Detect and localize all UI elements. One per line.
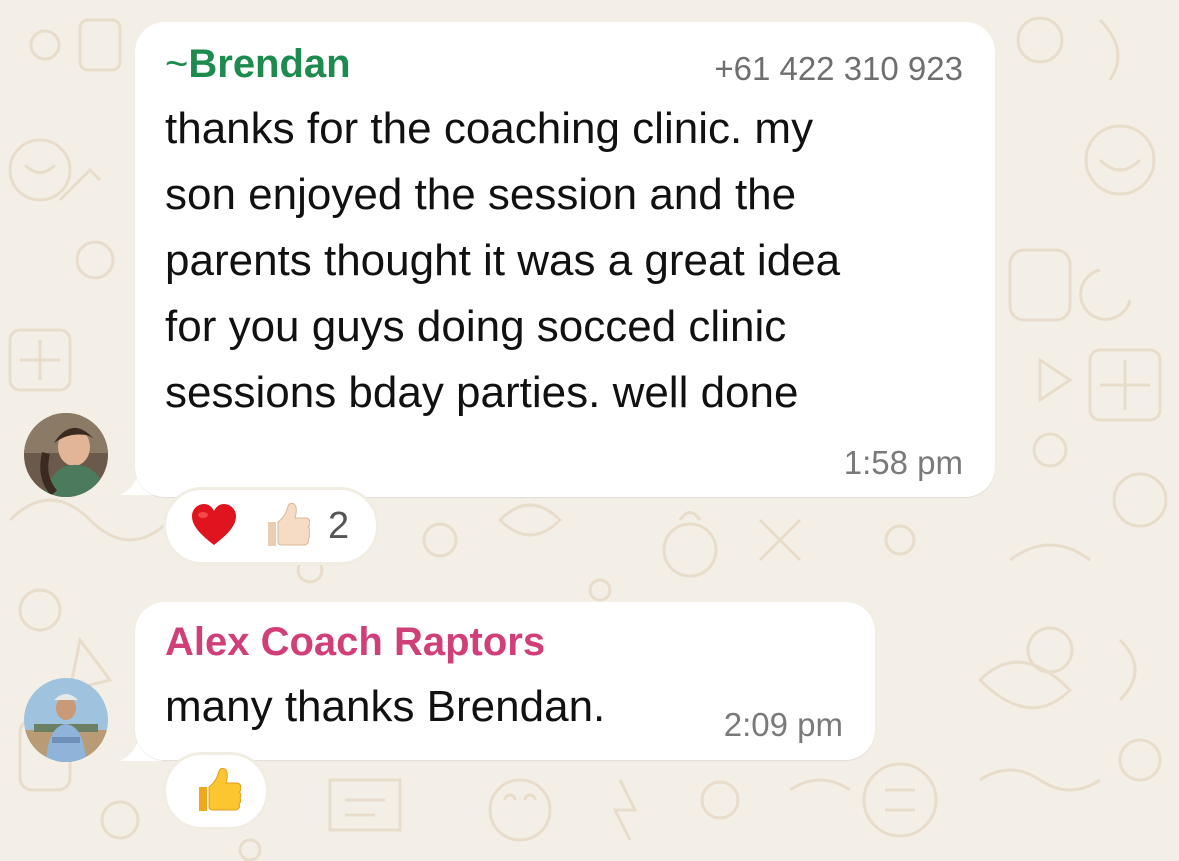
thumbs-up-yellow-emoji-icon — [193, 767, 241, 815]
avatar-image — [24, 678, 108, 762]
avatar-brendan[interactable] — [24, 413, 108, 497]
message-time: 2:09 pm — [723, 706, 843, 743]
message-text: many thanks Brendan. — [165, 682, 606, 731]
sender-name[interactable]: Alex Coach Raptors — [165, 620, 545, 665]
thumbs-up-light-emoji-icon — [262, 502, 310, 550]
reactions-bar[interactable] — [163, 752, 269, 830]
sender-label: Brendan — [188, 42, 351, 86]
avatar-alex[interactable] — [24, 678, 108, 762]
avatar-image — [24, 413, 108, 497]
message-bubble[interactable]: ~Brendan +61 422 310 923 thanks for the … — [135, 22, 995, 497]
sender-prefix: ~ — [165, 42, 189, 86]
message-bubble[interactable]: Alex Coach Raptors many thanks Brendan. … — [135, 602, 875, 760]
message-text: thanks for the coaching clinic. my son e… — [165, 104, 841, 417]
heart-emoji-icon — [190, 502, 238, 550]
sender-name[interactable]: ~Brendan — [165, 42, 351, 87]
reactions-bar[interactable]: 2 — [163, 487, 379, 565]
message-time: 1:58 pm — [843, 444, 963, 481]
sender-phone[interactable]: +61 422 310 923 — [714, 50, 963, 88]
reaction-count: 2 — [328, 504, 350, 547]
